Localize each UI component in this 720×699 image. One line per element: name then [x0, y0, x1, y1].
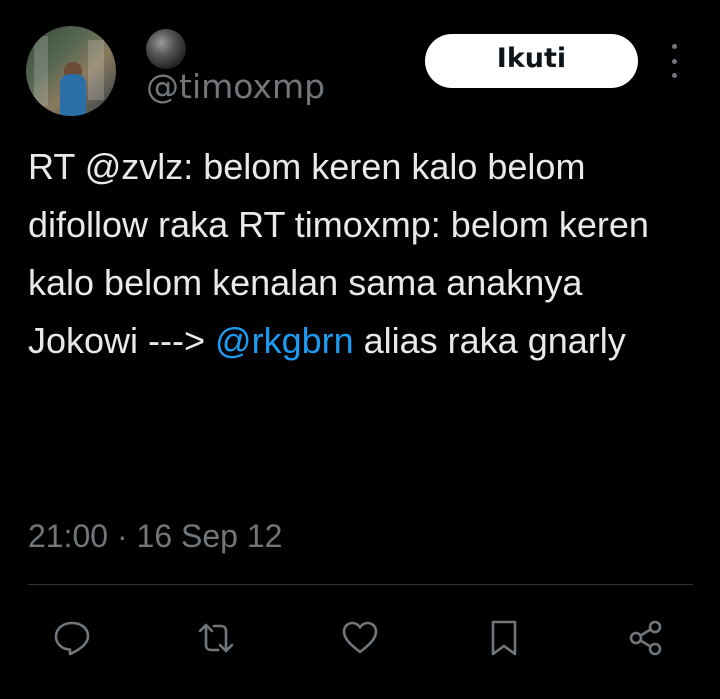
profile-badge-icon [146, 29, 186, 69]
bookmark-icon [491, 620, 517, 656]
avatar[interactable] [26, 26, 116, 116]
share-button[interactable] [618, 610, 674, 666]
retweet-icon [198, 623, 234, 653]
mention-link[interactable]: @rkgbrn [215, 320, 354, 361]
divider [28, 584, 693, 585]
author-handle[interactable]: @timoxmp [146, 70, 325, 103]
reply-icon [54, 621, 90, 656]
bookmark-button[interactable] [476, 610, 532, 666]
action-bar [0, 610, 720, 666]
tweet-timestamp[interactable]: 21:00 · 16 Sep 12 [28, 514, 282, 558]
like-button[interactable] [332, 610, 388, 666]
share-icon [629, 620, 662, 656]
avatar-person [60, 74, 86, 116]
tweet-text: RT @zvlz: belom keren kalo belom difollo… [28, 138, 698, 370]
like-icon [342, 621, 378, 654]
more-options-icon[interactable] [664, 44, 684, 78]
tweet-text-tail: alias raka gnarly [353, 320, 626, 361]
reply-button[interactable] [44, 610, 100, 666]
follow-button[interactable]: Ikuti [425, 34, 638, 88]
retweet-button[interactable] [188, 610, 244, 666]
